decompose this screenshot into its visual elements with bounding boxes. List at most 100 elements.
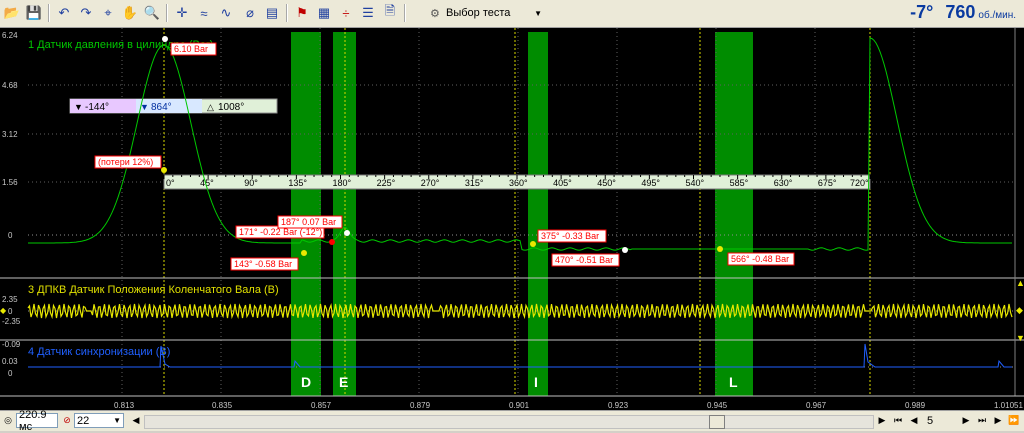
- x-tick: 0.813: [114, 401, 135, 410]
- measure-icon[interactable]: ⌖: [98, 3, 118, 23]
- y-tick: 0: [8, 369, 13, 378]
- y-tick: 4.68: [2, 81, 18, 90]
- next-fast-icon[interactable]: ⏭: [974, 413, 990, 428]
- ruler-label: 135°: [288, 178, 307, 188]
- play-icon[interactable]: ▶: [990, 413, 1006, 428]
- y-tick: -0.09: [2, 340, 21, 349]
- rpm-value: 760: [945, 2, 976, 22]
- chart-icon[interactable]: ▤: [262, 3, 282, 23]
- undo-icon[interactable]: ↶: [54, 3, 74, 23]
- ruler-label: 225°: [377, 178, 396, 188]
- wave-icon[interactable]: ≈: [194, 3, 214, 23]
- marker-peak-label: 6.10 Bar: [174, 44, 208, 54]
- marker-375-label: 375° -0.33 Bar: [541, 231, 599, 241]
- timebase-icon[interactable]: ◎: [0, 413, 16, 428]
- status-bar: ◎ 220.9 мс ⊘ 22 ▼ ◀ ▶ ⏮ ◀ 5 ▶ ⏭ ▶ ⏩: [0, 409, 1024, 433]
- sine-icon[interactable]: ∿: [216, 3, 236, 23]
- zoom-icon[interactable]: 🔍: [142, 3, 162, 23]
- save-icon[interactable]: 💾: [24, 3, 44, 23]
- page-field[interactable]: 5: [924, 413, 954, 428]
- chevron-down-icon: ▼: [113, 416, 121, 425]
- ch3-scale-down-icon[interactable]: ▼: [1016, 333, 1024, 343]
- ruler-label: 630°: [774, 178, 793, 188]
- ruler-label: 315°: [465, 178, 484, 188]
- ruler-label: 450°: [597, 178, 616, 188]
- x-tick: 0.945: [707, 401, 728, 410]
- x-tick: 0.835: [212, 401, 233, 410]
- rpm-display: -7° 760 об./мин.: [910, 2, 1016, 23]
- x-tick: 0.879: [410, 401, 431, 410]
- zone-label-l: L: [729, 374, 738, 390]
- ch3-scale-up-icon[interactable]: ▲: [1016, 278, 1024, 288]
- oscilloscope[interactable]: 6.24 4.68 3.12 1.56 0 2.35 0 -2.35 -0.09…: [0, 28, 1024, 410]
- next-page-icon[interactable]: ▶: [958, 413, 974, 428]
- chevron-down-icon: ▼: [534, 8, 542, 18]
- cursor-1-icon: ▼: [74, 102, 83, 112]
- delta-icon: △: [207, 102, 214, 112]
- scrollbar-thumb[interactable]: [709, 415, 725, 429]
- x-axis: 0.813 0.835 0.857 0.879 0.901 0.923 0.94…: [114, 401, 1023, 410]
- zone-l: [715, 32, 753, 396]
- hand-icon[interactable]: ✋: [120, 3, 140, 23]
- timeline-scrollbar[interactable]: [144, 415, 874, 429]
- last-page-icon[interactable]: ⏩: [1006, 413, 1022, 428]
- y-tick: -2.35: [2, 317, 21, 326]
- timebase-field[interactable]: 220.9 мс: [16, 409, 58, 433]
- test-select[interactable]: ⚙ Выбор теста ▼: [426, 4, 546, 22]
- count-icon[interactable]: ⊘: [59, 413, 75, 428]
- y-tick: 0: [8, 231, 13, 240]
- x-tick: 0.901: [509, 401, 530, 410]
- y-tick: 0.03: [2, 357, 18, 366]
- trace-sync: [28, 343, 1012, 368]
- first-page-icon[interactable]: ⏮: [890, 413, 906, 428]
- ignition-angle: -7°: [910, 2, 934, 22]
- ruler-label: 90°: [244, 178, 258, 188]
- cursor-delta-value: 1008°: [218, 102, 244, 113]
- cursor-icon[interactable]: ✛: [172, 3, 192, 23]
- marker-470: [622, 247, 628, 253]
- marker-566-label: 566° -0.48 Bar: [731, 254, 789, 264]
- zone-label-e: E: [339, 374, 348, 390]
- ruler-label: 270°: [421, 178, 440, 188]
- test-icon: ⚙: [430, 7, 440, 20]
- channels-icon[interactable]: ☰: [358, 3, 378, 23]
- ch3-marker-icon[interactable]: ◆: [1016, 305, 1023, 315]
- x-tick: 0.923: [608, 401, 629, 410]
- split-icon[interactable]: ÷: [336, 3, 356, 23]
- channel-4-label[interactable]: 4 Датчик синхронизации (B): [28, 346, 170, 358]
- filter-icon[interactable]: ⌀: [240, 3, 260, 23]
- marker-143: [301, 250, 307, 256]
- count-field[interactable]: 22 ▼: [74, 413, 124, 428]
- ruler-label: 0°: [166, 178, 175, 188]
- cursor-box[interactable]: ▼ -144° ▼ 864° △ 1008°: [69, 98, 278, 114]
- y-tick: 3.12: [2, 130, 18, 139]
- channel-3-label[interactable]: 3 ДПКВ Датчик Положения Коленчатого Вала…: [28, 284, 279, 296]
- prev-page-icon[interactable]: ◀: [906, 413, 922, 428]
- zone-label-i: I: [534, 374, 538, 390]
- y-tick: 1.56: [2, 178, 18, 187]
- open-icon[interactable]: 📂: [2, 3, 22, 23]
- marker-loss: [161, 167, 167, 173]
- scroll-left-icon[interactable]: ◀: [128, 413, 144, 428]
- marker-171: [329, 239, 335, 245]
- ruler-label: 675°: [818, 178, 837, 188]
- marker-icon[interactable]: ⚑: [292, 3, 312, 23]
- x-tick: 1.01051: [994, 401, 1023, 410]
- toolbar: 📂 💾 ↶ ↷ ⌖ ✋ 🔍 ✛ ≈ ∿ ⌀ ▤ ⚑ ▦ ÷ ☰ 🗎 ⚙ Выбо…: [0, 0, 1024, 28]
- y-axis: 6.24 4.68 3.12 1.56 0 2.35 0 -2.35 -0.09…: [2, 31, 21, 378]
- x-tick: 0.989: [905, 401, 926, 410]
- ruler-label: 585°: [730, 178, 749, 188]
- marker-187: [344, 230, 350, 236]
- marker-566: [717, 246, 723, 252]
- marker-143-label: 143° -0.58 Bar: [234, 259, 292, 269]
- x-tick: 0.967: [806, 401, 827, 410]
- marker-peak: [162, 36, 168, 42]
- scroll-right-icon[interactable]: ▶: [874, 413, 890, 428]
- zone-labels: D E I L: [301, 374, 738, 390]
- cursor-1-value: -144°: [85, 102, 109, 113]
- page-icon[interactable]: 🗎: [380, 3, 400, 23]
- y-tick: 2.35: [2, 295, 18, 304]
- redo-icon[interactable]: ↷: [76, 3, 96, 23]
- grid-icon[interactable]: ▦: [314, 3, 334, 23]
- ruler-label: 45°: [200, 178, 214, 188]
